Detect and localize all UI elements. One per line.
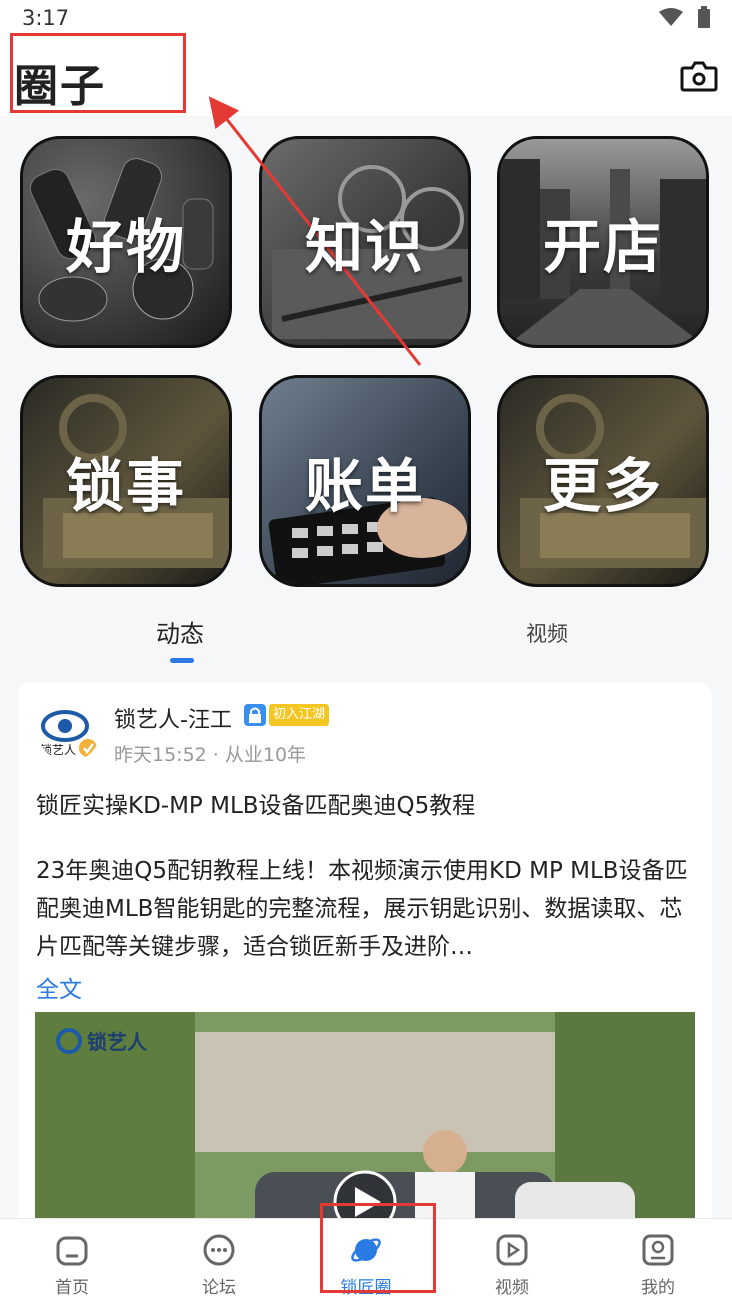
tab-feed[interactable]: 动态 bbox=[156, 614, 204, 649]
post-title[interactable]: 锁匠实操KD-MP MLB设备匹配奥迪Q5教程 bbox=[36, 786, 475, 820]
post-card[interactable]: 锁艺人 锁艺人-汪工 初入江湖 昨天15:52 · 从业10年 锁匠实操KD-M… bbox=[18, 682, 712, 1242]
video-icon bbox=[496, 1234, 528, 1266]
feed-tabs: 动态 视频 bbox=[0, 608, 732, 670]
watermark-text: 锁艺人 bbox=[87, 1030, 147, 1054]
category-label: 知识 bbox=[304, 213, 425, 281]
category-label: 锁事 bbox=[65, 452, 186, 520]
category-label: 更多 bbox=[542, 452, 663, 520]
avatar[interactable]: 锁艺人 bbox=[38, 700, 100, 762]
author-name[interactable]: 锁艺人-汪工 bbox=[114, 702, 232, 734]
home-icon bbox=[56, 1236, 88, 1266]
category-tile-more[interactable]: 更多 bbox=[497, 375, 709, 587]
rank-badge: 初入江湖 bbox=[269, 704, 330, 726]
category-label: 账单 bbox=[304, 452, 425, 520]
chat-icon bbox=[203, 1234, 235, 1266]
category-label: 开店 bbox=[542, 213, 663, 281]
nav-video[interactable]: 视频 bbox=[452, 1233, 572, 1298]
category-tile-lock-affairs[interactable]: 锁事 bbox=[20, 375, 232, 587]
tab-indicator bbox=[170, 658, 194, 663]
nav-label: 论坛 bbox=[202, 1278, 236, 1298]
nav-home[interactable]: 首页 bbox=[12, 1233, 132, 1298]
post-body[interactable]: 23年奥迪Q5配钥教程上线！本视频演示使用KD MP MLB设备匹配奥迪MLB智… bbox=[36, 852, 696, 966]
brand-logo-icon: 锁艺人 bbox=[40, 710, 97, 757]
annotation-box-nav bbox=[320, 1203, 436, 1293]
nav-label: 视频 bbox=[495, 1278, 529, 1298]
post-meta: 昨天15:52 · 从业10年 bbox=[114, 744, 307, 766]
nav-forum[interactable]: 论坛 bbox=[159, 1233, 279, 1298]
lock-icon bbox=[244, 704, 266, 726]
nav-label: 我的 bbox=[641, 1278, 675, 1298]
category-tile-bill[interactable]: 账单 bbox=[259, 375, 471, 587]
avatar-text: 锁艺人 bbox=[40, 742, 76, 757]
read-more-link[interactable]: 全文 bbox=[36, 970, 82, 1004]
watermark-logo-icon bbox=[56, 1027, 82, 1054]
video-watermark: 锁艺人 bbox=[55, 1026, 147, 1055]
category-label: 好物 bbox=[65, 213, 186, 281]
tab-video[interactable]: 视频 bbox=[526, 618, 568, 648]
nav-label: 首页 bbox=[55, 1278, 89, 1298]
profile-icon bbox=[642, 1234, 674, 1266]
nav-profile[interactable]: 我的 bbox=[598, 1233, 718, 1298]
